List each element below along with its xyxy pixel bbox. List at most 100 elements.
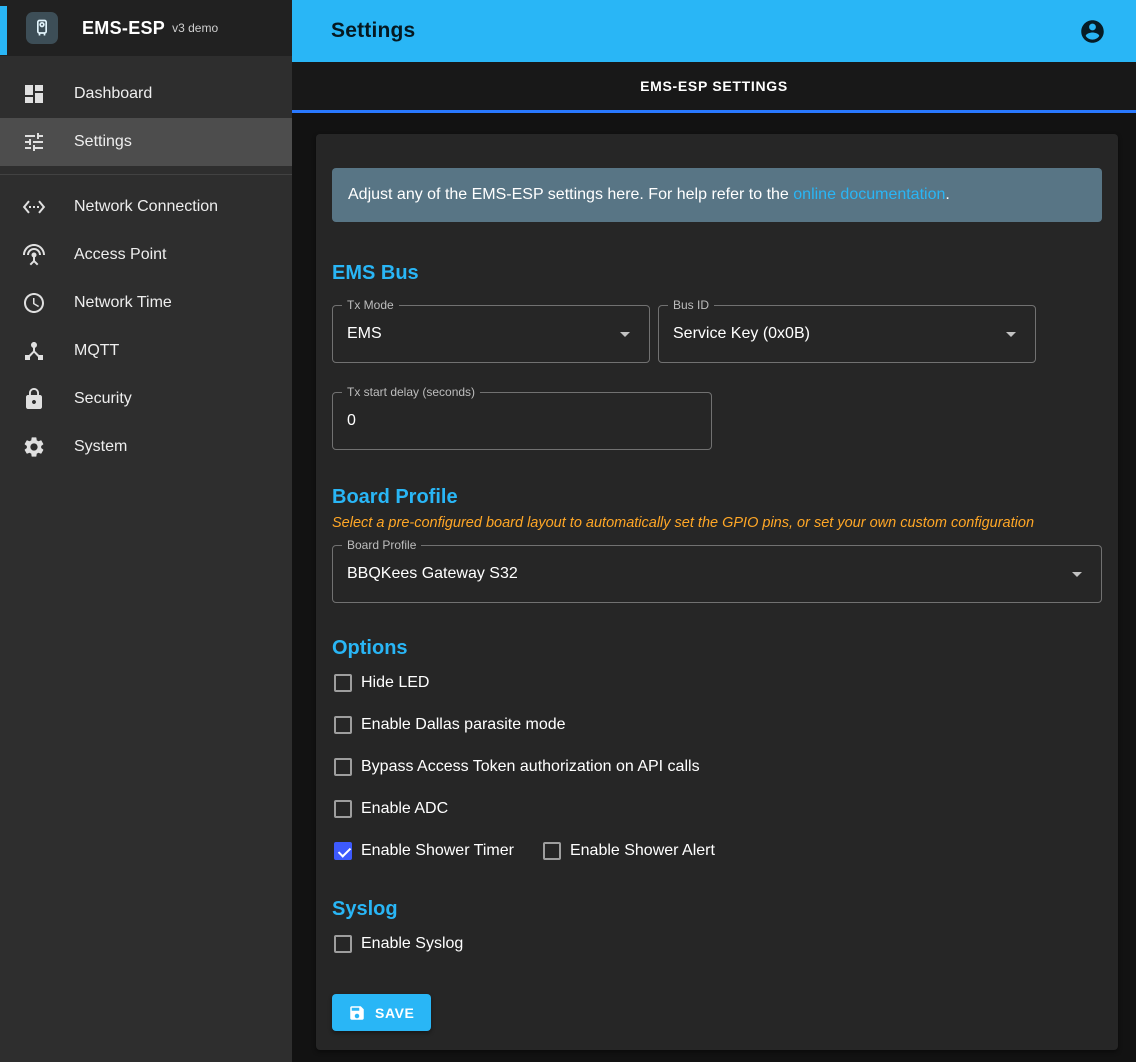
- checkbox-label: Bypass Access Token authorization on API…: [361, 758, 700, 776]
- checkbox-label: Enable Shower Timer: [361, 842, 514, 860]
- tx-delay-input[interactable]: [347, 412, 699, 430]
- option-row: Enable ADC: [332, 788, 1102, 830]
- checkbox-dallas-parasite[interactable]: Enable Dallas parasite mode: [332, 716, 566, 734]
- save-icon: [348, 1004, 366, 1022]
- checkbox-icon: [334, 716, 352, 734]
- bus-id-select[interactable]: Bus ID Service Key (0x0B): [658, 305, 1036, 363]
- checkbox-enable-adc[interactable]: Enable ADC: [332, 800, 448, 818]
- tx-delay-field-row: Tx start delay (seconds): [332, 392, 1102, 450]
- sidebar-item-mqtt[interactable]: MQTT: [0, 327, 292, 375]
- checkbox-label: Enable Syslog: [361, 935, 463, 953]
- dashboard-icon: [22, 82, 46, 106]
- app-version: v3 demo: [172, 21, 218, 35]
- section-title-ems-bus: EMS Bus: [332, 262, 1102, 285]
- checkbox-hide-led[interactable]: Hide LED: [332, 674, 429, 692]
- ems-bus-field-row: Tx Mode EMS Bus ID Service Key (0x0B): [332, 305, 1102, 363]
- chevron-down-icon: [1065, 562, 1089, 586]
- option-row: Hide LED: [332, 662, 1102, 704]
- board-profile-value: BBQKees Gateway S32: [347, 565, 518, 583]
- sidebar-item-dashboard[interactable]: Dashboard: [0, 70, 292, 118]
- checkbox-icon: [334, 842, 352, 860]
- chevron-down-icon: [999, 322, 1023, 346]
- app-name: EMS-ESP: [82, 18, 165, 39]
- account-button[interactable]: [1072, 11, 1112, 51]
- antenna-icon: [22, 243, 46, 267]
- sidebar-item-label: MQTT: [74, 342, 119, 360]
- settings-card: Adjust any of the EMS-ESP settings here.…: [316, 134, 1118, 1050]
- app-logo: [26, 12, 58, 44]
- checkbox-shower-timer[interactable]: Enable Shower Timer: [332, 842, 514, 860]
- option-row: Enable Dallas parasite mode: [332, 704, 1102, 746]
- tx-mode-value: EMS: [347, 325, 382, 343]
- section-title-syslog: Syslog: [332, 898, 1102, 921]
- checkbox-icon: [334, 935, 352, 953]
- tx-mode-select[interactable]: Tx Mode EMS: [332, 305, 650, 363]
- sidebar-item-label: Settings: [74, 133, 132, 151]
- lock-icon: [22, 387, 46, 411]
- gear-icon: [22, 435, 46, 459]
- sidebar-item-label: Security: [74, 390, 132, 408]
- sidebar-item-label: Dashboard: [74, 85, 152, 103]
- checkbox-icon: [334, 758, 352, 776]
- boiler-device-icon: [32, 18, 52, 38]
- ethernet-icon: [22, 195, 46, 219]
- board-profile-field-row: Board Profile BBQKees Gateway S32: [332, 545, 1102, 603]
- checkbox-label: Enable Shower Alert: [570, 842, 715, 860]
- sidebar-item-access-point[interactable]: Access Point: [0, 231, 292, 279]
- sidebar-menu: Dashboard Settings Network Connection Ac…: [0, 56, 292, 471]
- sidebar-divider: [0, 174, 292, 175]
- sidebar-item-label: Network Time: [74, 294, 172, 312]
- section-title-options: Options: [332, 637, 1102, 660]
- board-profile-label: Board Profile: [342, 538, 421, 552]
- sidebar-item-label: Access Point: [74, 246, 166, 264]
- page-root: EMS-ESP v3 demo Dashboard Settings Netwo…: [0, 0, 1136, 1062]
- sidebar-header: EMS-ESP v3 demo: [0, 0, 292, 56]
- info-banner: Adjust any of the EMS-ESP settings here.…: [332, 168, 1102, 222]
- checkbox-label: Enable ADC: [361, 800, 448, 818]
- device-hub-icon: [22, 339, 46, 363]
- sidebar-item-security[interactable]: Security: [0, 375, 292, 423]
- bus-id-label: Bus ID: [668, 298, 714, 312]
- option-row: Enable Shower Timer Enable Shower Alert: [332, 830, 1102, 872]
- board-profile-helper-text: Select a pre-configured board layout to …: [332, 515, 1102, 531]
- tx-mode-label: Tx Mode: [342, 298, 399, 312]
- tune-icon: [22, 130, 46, 154]
- clock-icon: [22, 291, 46, 315]
- bus-id-value: Service Key (0x0B): [673, 325, 810, 343]
- checkbox-icon: [334, 674, 352, 692]
- checkbox-label: Hide LED: [361, 674, 429, 692]
- sidebar-item-network-connection[interactable]: Network Connection: [0, 183, 292, 231]
- sidebar-item-label: System: [74, 438, 127, 456]
- account-circle-icon: [1079, 18, 1106, 45]
- section-title-board-profile: Board Profile: [332, 486, 1102, 509]
- sidebar-item-settings[interactable]: Settings: [0, 118, 292, 166]
- tab-label: EMS-ESP SETTINGS: [640, 78, 788, 94]
- sidebar: EMS-ESP v3 demo Dashboard Settings Netwo…: [0, 0, 292, 1062]
- save-button[interactable]: SAVE: [332, 994, 431, 1031]
- tab-ems-esp-settings[interactable]: EMS-ESP SETTINGS: [292, 62, 1136, 110]
- option-row: Enable Syslog: [332, 923, 1102, 965]
- chevron-down-icon: [613, 322, 637, 346]
- checkbox-enable-syslog[interactable]: Enable Syslog: [332, 935, 463, 953]
- sidebar-item-label: Network Connection: [74, 198, 218, 216]
- checkbox-bypass-token[interactable]: Bypass Access Token authorization on API…: [332, 758, 700, 776]
- info-banner-text-after: .: [945, 186, 949, 203]
- checkbox-label: Enable Dallas parasite mode: [361, 716, 566, 734]
- online-documentation-link[interactable]: online documentation: [793, 186, 945, 203]
- board-profile-select[interactable]: Board Profile BBQKees Gateway S32: [332, 545, 1102, 603]
- tx-delay-label: Tx start delay (seconds): [342, 385, 480, 399]
- main-content: Adjust any of the EMS-ESP settings here.…: [292, 113, 1136, 1062]
- option-row: Bypass Access Token authorization on API…: [332, 746, 1102, 788]
- appbar: Settings: [292, 0, 1136, 62]
- checkbox-shower-alert[interactable]: Enable Shower Alert: [541, 842, 715, 860]
- sidebar-item-network-time[interactable]: Network Time: [0, 279, 292, 327]
- info-banner-text: Adjust any of the EMS-ESP settings here.…: [348, 186, 793, 203]
- tx-delay-field: Tx start delay (seconds): [332, 392, 712, 450]
- page-title: Settings: [331, 19, 415, 43]
- sidebar-item-system[interactable]: System: [0, 423, 292, 471]
- appbar-edge-sliver: [0, 6, 7, 55]
- checkbox-icon: [334, 800, 352, 818]
- checkbox-icon: [543, 842, 561, 860]
- tab-bar: EMS-ESP SETTINGS: [292, 62, 1136, 113]
- save-button-label: SAVE: [375, 1005, 415, 1021]
